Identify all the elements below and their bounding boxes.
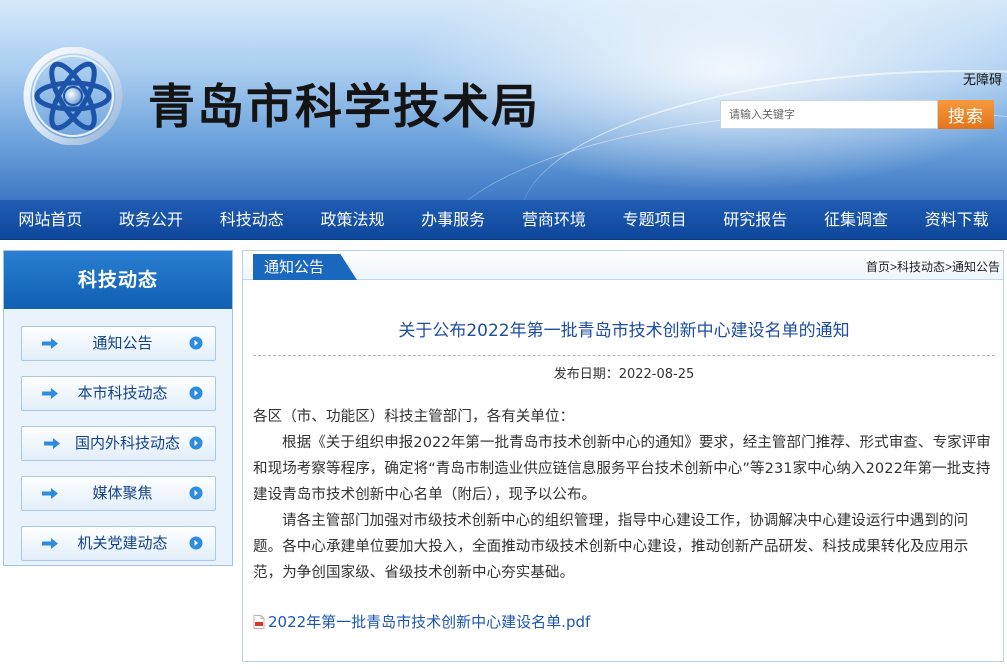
sidebar-item-media-focus[interactable]: 媒体聚焦 [21,476,216,511]
attachment-link[interactable]: 2022年第一批青岛市技术创新中心建设名单.pdf [253,611,590,632]
arrow-right-icon [42,388,58,399]
sidebar-item-label: 媒体聚焦 [92,484,153,502]
arrow-right-icon [42,338,58,349]
nav-item-services[interactable]: 办事服务 [403,200,504,239]
sidebar-item-label: 本市科技动态 [77,384,168,402]
section-tab: 通知公告 [253,254,357,280]
article-body: 各区（市、功能区）科技主管部门，各有关单位： 根据《关于组织申报2022年第一批… [253,404,997,586]
breadcrumb: 首页>科技动态>通知公告 [866,258,1000,275]
publish-date: 发布日期：2022-08-25 [553,367,695,382]
breadcrumb-notices[interactable]: 通知公告 [952,260,1000,274]
search-button[interactable]: 搜索 [938,100,994,129]
breadcrumb-home[interactable]: 首页 [866,260,890,274]
circle-arrow-icon [189,336,203,350]
nav-item-downloads[interactable]: 资料下载 [906,200,1007,239]
circle-arrow-icon [189,436,203,450]
article-paragraph: 请各主管部门加强对市级技术创新中心的组织管理，指导中心建设工作，协调解决中心建设… [253,513,969,581]
sidebar-item-local-tech-news[interactable]: 本市科技动态 [21,376,216,411]
arrow-right-icon [44,438,60,449]
arrow-right-icon [42,488,58,499]
sidebar-title: 科技动态 [4,251,232,309]
panel-header: 通知公告 首页>科技动态>通知公告 [243,251,1003,280]
nav-item-policies[interactable]: 政策法规 [302,200,403,239]
circle-arrow-icon [189,486,203,500]
title-divider [253,355,995,356]
nav-item-tech-news[interactable]: 科技动态 [201,200,302,239]
nav-item-government-affairs[interactable]: 政务公开 [101,200,202,239]
article-title: 关于公布2022年第一批青岛市技术创新中心建设名单的通知 [398,321,850,341]
sidebar-item-label: 国内外科技动态 [74,434,180,452]
atom-logo-icon [18,46,128,146]
breadcrumb-separator: > [944,260,952,274]
search-input[interactable] [720,100,938,129]
sidebar-item-party-building-news[interactable]: 机关党建动态 [21,526,216,561]
attachment-label: 2022年第一批青岛市技术创新中心建设名单.pdf [268,613,591,631]
site-title: 青岛市科学技术局 [148,80,540,135]
sidebar-list: 通知公告 本市科技动态 国内外科技动态 媒体聚焦 机关党建动态 [4,309,232,561]
article-salutation: 各区（市、功能区）科技主管部门，各有关单位： [253,409,575,425]
sidebar: 科技动态 通知公告 本市科技动态 国内外科技动态 媒体聚焦 机关党建动态 [3,250,233,566]
breadcrumb-separator: > [889,260,897,274]
article-paragraph: 根据《关于组织申报2022年第一批青岛市技术创新中心的通知》要求，经主管部门推荐… [253,435,991,503]
sidebar-item-label: 机关党建动态 [77,534,168,552]
main-nav: 网站首页 政务公开 科技动态 政策法规 办事服务 营商环境 专题项目 研究报告 … [0,200,1007,240]
arrow-right-icon [42,538,58,549]
sidebar-item-label: 通知公告 [92,334,153,352]
nav-item-surveys[interactable]: 征集调查 [806,200,907,239]
nav-item-special-projects[interactable]: 专题项目 [604,200,705,239]
pdf-file-icon [253,615,265,629]
nav-item-research-reports[interactable]: 研究报告 [705,200,806,239]
header-banner: 青岛市科学技术局 无障碍 搜索 [0,0,1007,200]
accessibility-link[interactable]: 无障碍 [963,69,1002,88]
sidebar-item-domestic-foreign-tech-news[interactable]: 国内外科技动态 [21,426,216,461]
article-panel: 通知公告 首页>科技动态>通知公告 关于公布2022年第一批青岛市技术创新中心建… [242,250,1004,662]
nav-item-business-environment[interactable]: 营商环境 [504,200,605,239]
sidebar-item-notices[interactable]: 通知公告 [21,326,216,361]
circle-arrow-icon [189,386,203,400]
circle-arrow-icon [189,536,203,550]
breadcrumb-tech-news[interactable]: 科技动态 [897,260,945,274]
nav-item-home[interactable]: 网站首页 [0,200,101,239]
